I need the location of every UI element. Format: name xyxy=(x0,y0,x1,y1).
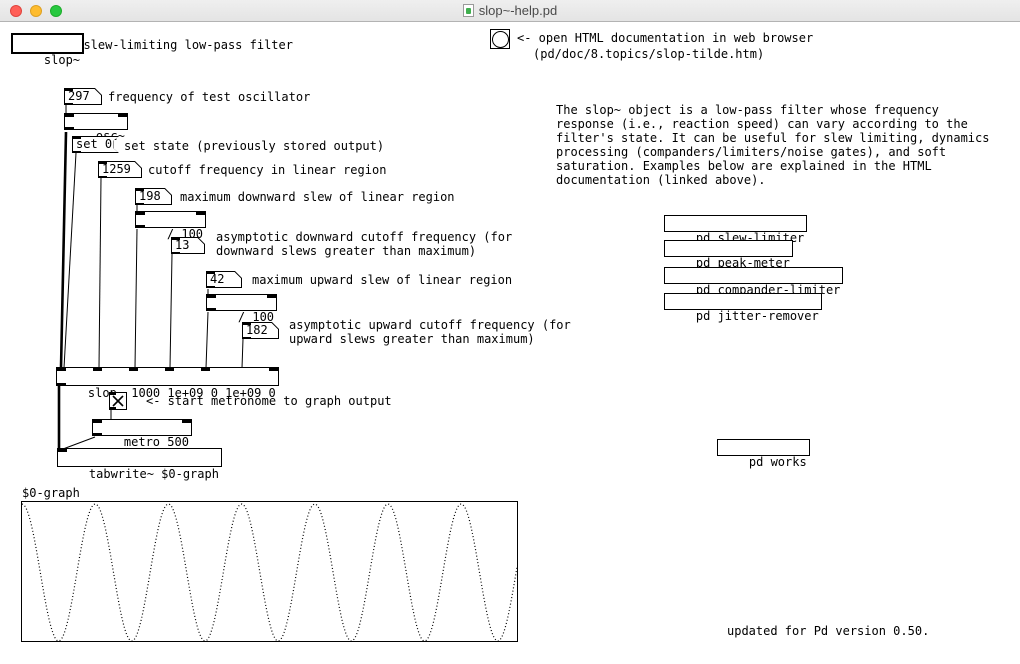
comment-asym-up-2: upward slews greater than maximum) xyxy=(289,332,535,346)
object-box-slop: slop~ 1000 1e+09 0 1e+09 0 xyxy=(56,367,279,386)
comment-about-5: saturation. Examples below are explained… xyxy=(556,159,932,173)
object-box-slop-title: slop~ xyxy=(11,33,84,54)
subpatch-jitter-remover[interactable]: pd jitter-remover xyxy=(664,293,822,310)
array-graph xyxy=(21,501,518,642)
number-box-cutoff[interactable]: 1259 xyxy=(98,161,142,178)
window-title: slop~-help.pd xyxy=(479,3,557,18)
comment-set-state: set state (previously stored output) xyxy=(124,139,384,153)
comment-asym-down-2: downward slews greater than maximum) xyxy=(216,244,476,258)
object-box-metro: metro 500 xyxy=(92,419,192,436)
comment-down-slew: maximum downward slew of linear region xyxy=(180,190,455,204)
waveform-path xyxy=(22,504,517,641)
number-box-asym-up[interactable]: 182 xyxy=(242,322,279,339)
close-button[interactable] xyxy=(10,5,22,17)
comment-frequency: frequency of test oscillator xyxy=(108,90,310,104)
titlebar: slop~-help.pd xyxy=(0,0,1020,22)
bang-open-docs[interactable] xyxy=(490,29,510,49)
comment-about-4: processing (companders/limiters/noise ga… xyxy=(556,145,946,159)
subpatch-slew-limiter[interactable]: pd slew-limiter xyxy=(664,215,807,232)
pd-patch-window: slop~-help.pd slop~ - slew-limiting low-… xyxy=(0,0,1020,664)
subpatch-peak-meter[interactable]: pd peak-meter xyxy=(664,240,793,257)
comment-doc-link-1: <- open HTML documentation in web browse… xyxy=(517,31,813,45)
number-box-down-slew[interactable]: 198 xyxy=(135,188,172,205)
object-box-osc: osc~ xyxy=(64,113,128,130)
waveform xyxy=(22,502,517,641)
number-box-frequency[interactable]: 297 xyxy=(64,88,102,105)
comment-about-1: The slop~ object is a low-pass filter wh… xyxy=(556,103,939,117)
comment-about-6: documentation (linked above). xyxy=(556,173,766,187)
message-box-set-state[interactable]: set 0 xyxy=(72,136,119,153)
minimize-button[interactable] xyxy=(30,5,42,17)
comment-asym-up-1: asymptotic upward cutoff frequency (for xyxy=(289,318,571,332)
slop-title-label: slop~ xyxy=(44,53,80,67)
comment-up-slew: maximum upward slew of linear region xyxy=(252,273,512,287)
number-box-up-slew[interactable]: 42 xyxy=(206,271,242,288)
subpatch-compander-limiter[interactable]: pd compander-limiter xyxy=(664,267,843,284)
document-icon xyxy=(463,4,474,17)
object-box-div-up: / 100 xyxy=(206,294,277,311)
comment-doc-link-2: (pd/doc/8.topics/slop-tilde.htm) xyxy=(533,47,764,61)
comment-asym-down-1: asymptotic downward cutoff frequency (fo… xyxy=(216,230,512,244)
comment-description: - slew-limiting low-pass filter xyxy=(69,38,293,52)
object-box-div-down: / 100 xyxy=(135,211,206,228)
number-box-asym-down[interactable]: 13 xyxy=(171,237,205,254)
comment-about-2: response (i.e., reaction speed) can vary… xyxy=(556,117,968,131)
object-box-tabwrite: tabwrite~ $0-graph xyxy=(57,448,222,467)
comment-about-3: filter's state. It can be useful for sle… xyxy=(556,131,989,145)
zoom-button[interactable] xyxy=(50,5,62,17)
comment-version: updated for Pd version 0.50. xyxy=(727,624,929,638)
comment-cutoff: cutoff frequency in linear region xyxy=(148,163,386,177)
toggle-metronome[interactable] xyxy=(109,392,127,410)
subpatch-works[interactable]: pd works xyxy=(717,439,810,456)
